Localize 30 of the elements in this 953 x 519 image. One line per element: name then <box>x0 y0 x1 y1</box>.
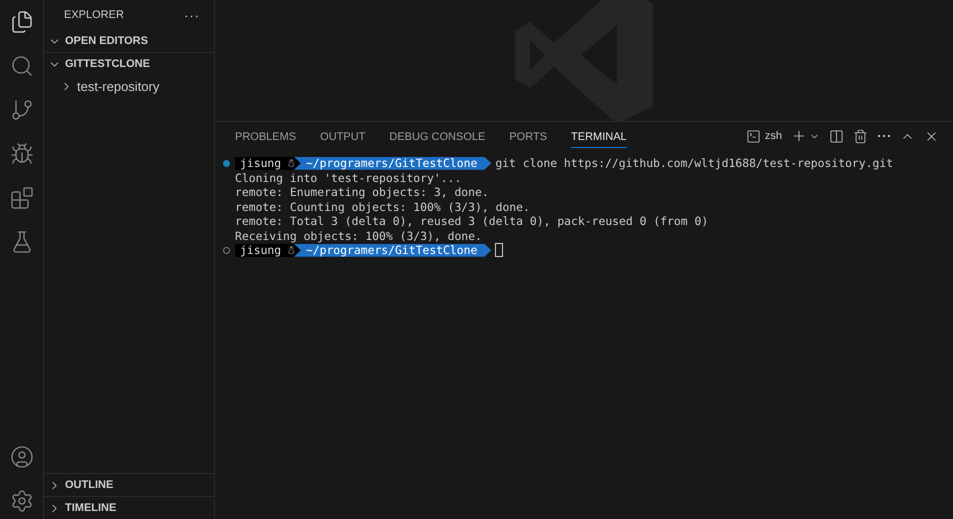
more-icon[interactable] <box>877 134 891 138</box>
tree-item[interactable]: test-repository <box>44 75 214 97</box>
terminal-output: remote: Counting objects: 100% (3/3), done. <box>235 200 530 214</box>
panel-tab[interactable]: DEBUG CONSOLE <box>389 124 486 148</box>
shell-name[interactable]: zsh <box>764 130 782 142</box>
panel-tab[interactable]: PROBLEMS <box>235 124 296 148</box>
panel-tab[interactable]: OUTPUT <box>320 124 366 148</box>
trash-icon[interactable] <box>853 128 868 144</box>
terminal-output: remote: Enumerating objects: 3, done. <box>235 185 489 200</box>
prompt-path: ~/programers/GitTestClone <box>294 156 492 170</box>
prompt-path: ~/programers/GitTestClone <box>294 244 492 257</box>
panel-tab[interactable]: TERMINAL <box>571 124 627 148</box>
section-header[interactable]: OPEN EDITORS <box>44 30 214 52</box>
prompt-user: jisung ☃ <box>235 156 300 170</box>
terminal-output: remote: Total 3 (delta 0), reused 3 (delta 0), pack-reused 0 (from 0) <box>235 214 708 228</box>
section-header[interactable]: OUTLINE <box>44 473 214 496</box>
more-actions[interactable]: ··· <box>184 8 200 22</box>
add-icon[interactable] <box>791 128 807 144</box>
panel-tab[interactable]: PORTS <box>509 124 548 148</box>
split-icon[interactable] <box>829 128 844 144</box>
section-header[interactable]: GITTESTCLONE <box>44 52 214 75</box>
sidebar-title: EXPLORER <box>64 9 124 21</box>
terminal-icon[interactable] <box>746 128 761 144</box>
command-status-dot[interactable] <box>223 246 230 254</box>
terminal-output: Receiving objects: 100% (3/3), done. <box>235 228 482 243</box>
prompt-user: jisung ☃ <box>235 244 300 257</box>
terminal-command: git clone https://github.com/wltjd1688/test-repository.git <box>495 156 894 170</box>
command-status-dot[interactable] <box>223 160 230 167</box>
terminal-output: Cloning into 'test-repository'... <box>235 170 462 185</box>
section-header[interactable]: TIMELINE <box>44 496 214 519</box>
